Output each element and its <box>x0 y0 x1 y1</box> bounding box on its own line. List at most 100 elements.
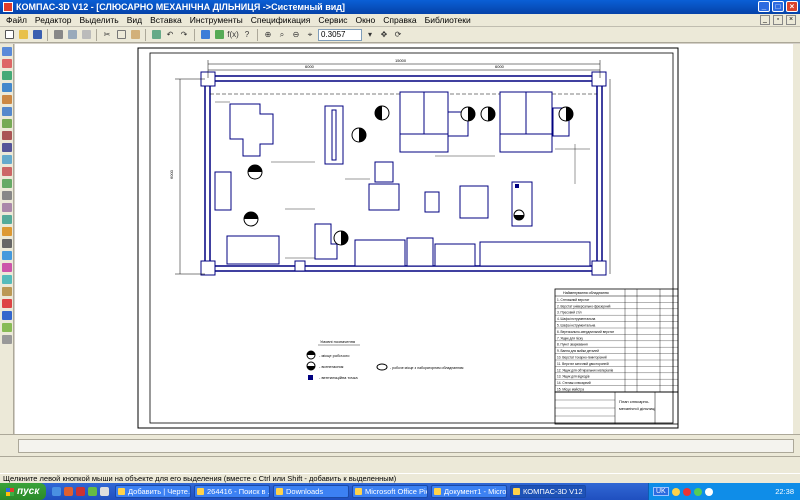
svg-text:6000: 6000 <box>305 64 315 69</box>
fillet-tool-icon[interactable] <box>2 167 12 176</box>
task-button-office-picture[interactable]: Microsoft Office Pic... <box>352 485 428 498</box>
network-tray-icon[interactable] <box>693 487 702 496</box>
opera-icon[interactable] <box>76 487 85 496</box>
volume-tray-icon[interactable] <box>704 487 713 496</box>
cut-icon[interactable]: ✂ <box>101 29 113 41</box>
menu-window[interactable]: Окно <box>352 15 380 25</box>
paste-icon[interactable] <box>129 29 141 41</box>
menu-bar: Файл Редактор Выделить Вид Вставка Инстр… <box>0 14 800 27</box>
undo-icon[interactable]: ↶ <box>164 29 176 41</box>
ellipse-tool-icon[interactable] <box>2 119 12 128</box>
spec-row-name: 6. Вертикально-свердлильний верстат <box>557 330 615 334</box>
windows-taskbar: пуск Добавить | Черте... 264416 - Поиск … <box>0 483 800 500</box>
svg-text:6000: 6000 <box>495 64 505 69</box>
spline-tool-icon[interactable] <box>2 155 12 164</box>
pan-icon[interactable]: ✥ <box>378 29 390 41</box>
hatch-tool-icon[interactable] <box>2 191 12 200</box>
redo-icon[interactable]: ↷ <box>178 29 190 41</box>
firefox-icon[interactable] <box>64 487 73 496</box>
contour-tool-icon[interactable] <box>2 203 12 212</box>
function-icon[interactable]: f(x) <box>227 29 239 41</box>
doc-restore-button[interactable]: ▫ <box>773 15 783 25</box>
properties-icon[interactable] <box>150 29 162 41</box>
measure-tool-icon[interactable] <box>2 275 12 284</box>
arc-tool-icon[interactable] <box>2 107 12 116</box>
legend-title: Умовні позначення <box>320 339 355 344</box>
zoom-out-icon[interactable]: ⊖ <box>290 29 302 41</box>
start-button[interactable]: пуск <box>0 483 46 500</box>
help-icon[interactable]: ? <box>241 29 253 41</box>
desktop-icon[interactable] <box>100 487 109 496</box>
spec-row-name: 8. Пункт зварювання <box>557 343 588 347</box>
menu-specification[interactable]: Спецификация <box>247 15 315 25</box>
zoom-fit-icon[interactable]: ⌖ <box>304 29 316 41</box>
task-button-word-add[interactable]: Добавить | Черте... <box>115 485 191 498</box>
minimize-button[interactable]: _ <box>758 1 770 12</box>
doc-minimize-button[interactable]: _ <box>760 15 770 25</box>
menu-libraries[interactable]: Библиотеки <box>421 15 475 25</box>
task-button-search[interactable]: 264416 - Поиск в ... <box>194 485 270 498</box>
line-tool-icon[interactable] <box>2 71 12 80</box>
save-icon[interactable] <box>31 29 43 41</box>
task-button-document[interactable]: Документ1 - Micro... <box>431 485 507 498</box>
antivirus-tray-icon[interactable] <box>682 487 691 496</box>
chamfer-tool-icon[interactable] <box>2 179 12 188</box>
property-panel-field[interactable] <box>18 439 794 453</box>
menu-service[interactable]: Сервис <box>314 15 351 25</box>
window-titlebar: КОМПАС-3D V12 - [СЛЮСАРНО МЕХАНІЧНА ДІЛЬ… <box>0 0 800 14</box>
spec-tool-icon[interactable] <box>2 299 12 308</box>
point-tool-icon[interactable] <box>2 59 12 68</box>
close-button[interactable]: × <box>786 1 798 12</box>
library-manager-icon[interactable] <box>199 29 211 41</box>
menu-file[interactable]: Файл <box>2 15 31 25</box>
menu-select[interactable]: Выделить <box>76 15 123 25</box>
copy-icon[interactable] <box>115 29 127 41</box>
spellcheck-icon[interactable] <box>80 29 92 41</box>
doc-close-button[interactable]: × <box>786 15 796 25</box>
ie-icon[interactable] <box>52 487 61 496</box>
menu-help[interactable]: Справка <box>379 15 420 25</box>
text-tool-icon[interactable] <box>2 239 12 248</box>
drawing-canvas[interactable]: 15000 6000 6000 6000 Найменування обладн… <box>15 44 793 434</box>
open-folder-icon[interactable] <box>17 29 29 41</box>
spec-row-name: 2. Верстат універсально-фрезерний <box>557 304 611 308</box>
parametrize-tool-icon[interactable] <box>2 263 12 272</box>
status-hint: Щелкните левой кнопкой мыши на объекте д… <box>3 474 397 483</box>
insert-tool-icon[interactable] <box>2 323 12 332</box>
menu-insert[interactable]: Вставка <box>146 15 186 25</box>
media-icon[interactable] <box>88 487 97 496</box>
polygon-tool-icon[interactable] <box>2 143 12 152</box>
zoom-in-icon[interactable]: ⊕ <box>262 29 274 41</box>
spec-header-name: Найменування обладнання <box>563 291 609 295</box>
rectangle-tool-icon[interactable] <box>2 131 12 140</box>
maximize-button[interactable]: □ <box>772 1 784 12</box>
spec-row-name: 13. Ящик для відходів <box>557 375 590 379</box>
dimension-tool-icon[interactable] <box>2 227 12 236</box>
compact-tool-palette <box>0 44 14 434</box>
title-block-name-1: План слюсарно- <box>619 399 650 404</box>
print-icon[interactable] <box>52 29 64 41</box>
menu-view[interactable]: Вид <box>123 15 146 25</box>
offset-tool-icon[interactable] <box>2 215 12 224</box>
report-tool-icon[interactable] <box>2 311 12 320</box>
select-tool-icon[interactable] <box>2 287 12 296</box>
macro-tool-icon[interactable] <box>2 335 12 344</box>
segment-tool-icon[interactable] <box>2 83 12 92</box>
geometry-tool-icon[interactable] <box>2 47 12 56</box>
help-tray-icon[interactable] <box>671 487 680 496</box>
print-preview-icon[interactable] <box>66 29 78 41</box>
menu-editor[interactable]: Редактор <box>31 15 76 25</box>
refresh-icon[interactable]: ⟳ <box>392 29 404 41</box>
new-document-icon[interactable] <box>3 29 15 41</box>
edit-tool-icon[interactable] <box>2 251 12 260</box>
language-indicator[interactable]: UK <box>653 487 669 496</box>
menu-tools[interactable]: Инструменты <box>186 15 247 25</box>
spec-row-name: 11. Верстат заточний двосторонній <box>557 362 609 366</box>
task-button-kompas[interactable]: КОМПАС-3D V12 -... <box>510 485 586 498</box>
zoom-dropdown-icon[interactable]: ▾ <box>364 29 376 41</box>
zoom-scale-field[interactable]: 0.3057 <box>318 28 362 41</box>
task-button-downloads[interactable]: Downloads <box>273 485 349 498</box>
zoom-window-icon[interactable]: ⌕ <box>276 29 288 41</box>
circle-tool-icon[interactable] <box>2 95 12 104</box>
variables-icon[interactable] <box>213 29 225 41</box>
